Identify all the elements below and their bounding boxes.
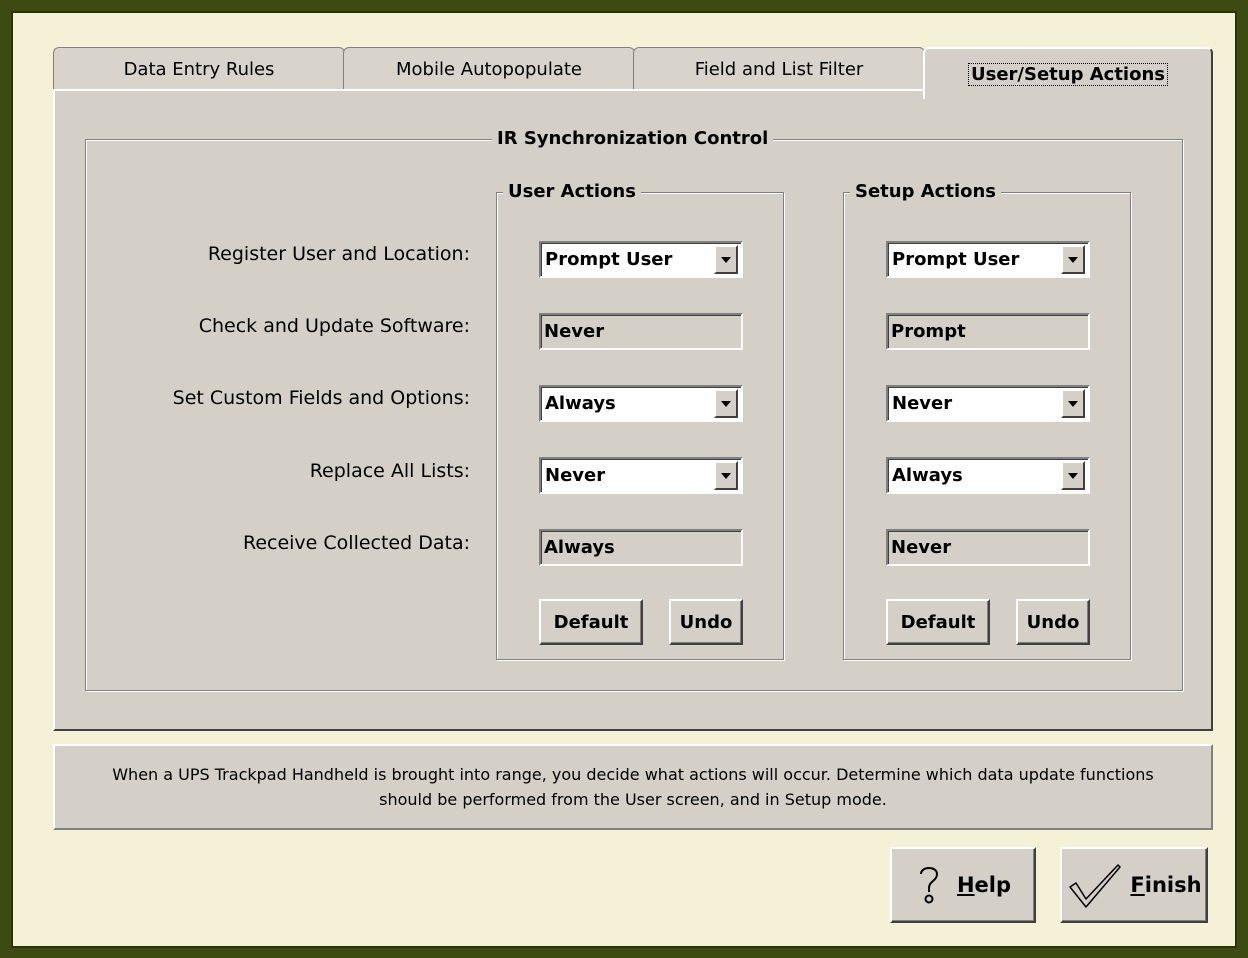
tab-panel-user-setup-actions: IR Synchronization Control Register User… [53, 89, 1213, 731]
help-label: Help [956, 873, 1012, 897]
user-actions-group: User Actions Prompt User Never Always Ne… [496, 181, 784, 660]
setup-actions-group: Setup Actions Prompt User Prompt Never A… [843, 181, 1131, 660]
setup-custom-fields-select[interactable]: Never [886, 385, 1090, 422]
row-label-set-custom-fields: Set Custom Fields and Options: [172, 387, 470, 409]
user-default-button[interactable]: Default [539, 599, 643, 645]
tab-user-setup-actions[interactable]: User/Setup Actions [923, 47, 1213, 99]
dropdown-arrow-icon[interactable] [1061, 245, 1085, 274]
select-value: Always [892, 465, 963, 486]
setup-receive-data-field: Never [886, 529, 1090, 566]
tab-mobile-autopopulate[interactable]: Mobile Autopopulate [343, 47, 635, 91]
dropdown-arrow-icon[interactable] [714, 245, 738, 274]
field-value: Never [544, 321, 605, 342]
setup-undo-button[interactable]: Undo [1016, 599, 1090, 645]
user-check-software-field: Never [539, 313, 743, 350]
user-receive-data-field: Always [539, 529, 743, 566]
setup-register-select[interactable]: Prompt User [886, 241, 1090, 278]
group-title: User Actions [503, 181, 641, 203]
help-button[interactable]: Help [890, 847, 1036, 923]
finish-button[interactable]: Finish [1060, 847, 1208, 923]
dropdown-arrow-icon[interactable] [1061, 389, 1085, 418]
question-mark-icon [919, 867, 938, 904]
user-register-select[interactable]: Prompt User [539, 241, 743, 278]
setup-default-button[interactable]: Default [886, 599, 990, 645]
tab-label: User/Setup Actions [967, 62, 1168, 86]
group-title: Setup Actions [850, 181, 1002, 203]
info-text-line1: When a UPS Trackpad Handheld is brought … [112, 765, 1154, 784]
select-value: Never [545, 465, 606, 486]
wizard-frame: Data Entry Rules Mobile Autopopulate Fie… [11, 11, 1237, 948]
select-value: Prompt User [545, 249, 673, 270]
tab-label: Mobile Autopopulate [396, 59, 582, 80]
row-label-register-user: Register User and Location: [207, 243, 470, 265]
user-custom-fields-select[interactable]: Always [539, 385, 743, 422]
field-value: Always [544, 537, 615, 558]
setup-replace-lists-select[interactable]: Always [886, 457, 1090, 494]
row-labels: Register User and Location: Check and Up… [86, 140, 470, 690]
setup-check-software-field: Prompt [886, 313, 1090, 350]
row-label-replace-all-lists: Replace All Lists: [309, 460, 470, 482]
select-value: Never [892, 393, 953, 414]
field-value: Prompt [891, 321, 966, 342]
group-title: IR Synchronization Control [492, 128, 774, 150]
select-value: Prompt User [892, 249, 1020, 270]
row-label-check-update-software: Check and Update Software: [198, 315, 470, 337]
ir-sync-control-group: IR Synchronization Control Register User… [85, 128, 1183, 691]
user-undo-button[interactable]: Undo [669, 599, 743, 645]
row-label-receive-collected-data: Receive Collected Data: [242, 532, 470, 554]
dropdown-arrow-icon[interactable] [714, 389, 738, 418]
checkmark-icon [1069, 864, 1122, 908]
dropdown-arrow-icon[interactable] [1061, 461, 1085, 490]
tab-field-and-list-filter[interactable]: Field and List Filter [633, 47, 925, 91]
tab-data-entry-rules[interactable]: Data Entry Rules [53, 47, 345, 91]
select-value: Always [545, 393, 616, 414]
info-description: When a UPS Trackpad Handheld is brought … [53, 744, 1213, 830]
tab-label: Data Entry Rules [123, 59, 275, 80]
user-replace-lists-select[interactable]: Never [539, 457, 743, 494]
field-value: Never [891, 537, 952, 558]
dropdown-arrow-icon[interactable] [714, 461, 738, 490]
finish-label: Finish [1130, 873, 1202, 897]
info-text-line2: should be performed from the User screen… [379, 790, 887, 809]
tab-label: Field and List Filter [694, 59, 864, 80]
